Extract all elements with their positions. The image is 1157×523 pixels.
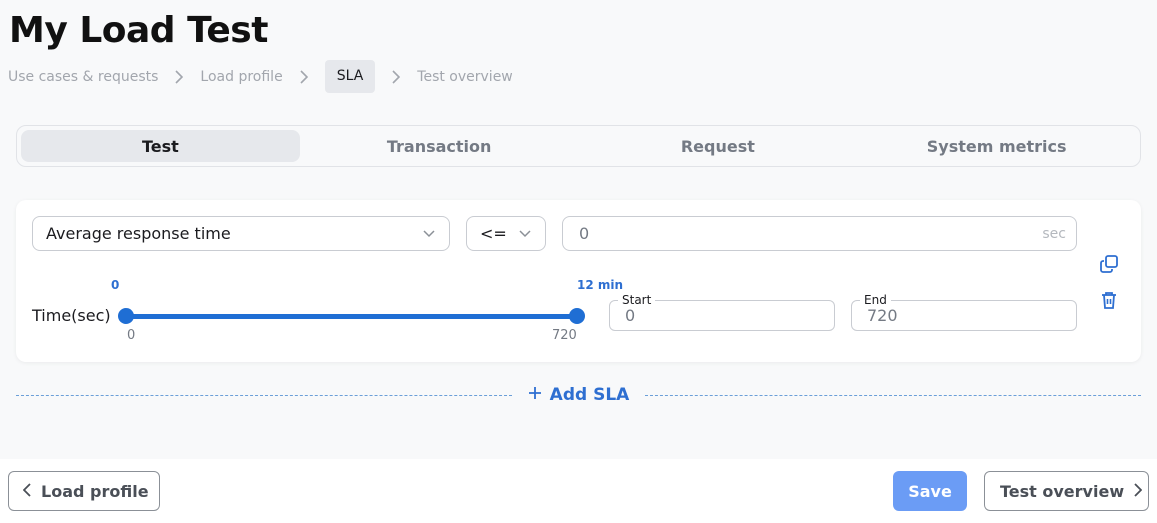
breadcrumb-use-cases[interactable]: Use cases & requests: [8, 69, 158, 85]
divider: [16, 394, 512, 396]
divider: [645, 394, 1141, 396]
footer: Load profile Save Test overview: [0, 459, 1157, 523]
chevron-down-icon: [519, 229, 531, 238]
tab-request[interactable]: Request: [579, 130, 858, 162]
end-field-label: End: [860, 293, 891, 307]
slider-max-label: 720: [552, 328, 577, 343]
tab-test[interactable]: Test: [21, 130, 300, 162]
next-button-label: Test overview: [1000, 481, 1125, 501]
threshold-unit: sec: [1042, 225, 1066, 242]
chevron-left-icon: [22, 482, 31, 501]
slider-start-handle[interactable]: [118, 308, 134, 324]
operator-select-value: <=: [480, 224, 507, 243]
chevron-right-icon: [1134, 482, 1143, 501]
slider-end-caption: 12 min: [577, 278, 624, 292]
sla-tabs: Test Transaction Request System metrics: [16, 125, 1141, 167]
back-load-profile-button[interactable]: Load profile: [8, 471, 160, 511]
threshold-input[interactable]: 0 sec: [562, 216, 1077, 251]
breadcrumb: Use cases & requests Load profile SLA Te…: [8, 60, 513, 93]
back-button-label: Load profile: [41, 481, 149, 501]
metric-select-value: Average response time: [46, 224, 231, 243]
chevron-right-icon: [158, 69, 200, 84]
time-range-slider-track[interactable]: [125, 314, 577, 319]
chevron-right-icon: [375, 69, 417, 84]
page-title: My Load Test: [9, 10, 268, 51]
slider-min-label: 0: [127, 328, 136, 343]
trash-icon[interactable]: [1098, 289, 1120, 311]
operator-select[interactable]: <=: [466, 216, 546, 251]
start-field[interactable]: Start 0: [609, 293, 835, 331]
breadcrumb-load-profile[interactable]: Load profile: [200, 69, 282, 85]
plus-icon: [528, 385, 542, 405]
add-sla-button[interactable]: Add SLA: [512, 385, 646, 405]
metric-select[interactable]: Average response time: [32, 216, 450, 251]
breadcrumb-test-overview[interactable]: Test overview: [417, 69, 512, 85]
start-field-label: Start: [618, 293, 656, 307]
chevron-down-icon: [423, 229, 435, 238]
threshold-value: 0: [579, 224, 590, 243]
tab-system-metrics[interactable]: System metrics: [857, 130, 1136, 162]
next-test-overview-button[interactable]: Test overview: [984, 471, 1149, 511]
sla-card: Average response time <= 0 sec Time(sec)…: [16, 200, 1141, 362]
copy-icon[interactable]: [1098, 253, 1120, 275]
add-sla-row: Add SLA: [16, 384, 1141, 406]
slider-start-caption: 0: [111, 278, 120, 292]
start-field-value: 0: [625, 306, 636, 325]
time-label: Time(sec): [32, 306, 111, 325]
end-field[interactable]: End 720: [851, 293, 1077, 331]
end-field-value: 720: [867, 306, 898, 325]
add-sla-label: Add SLA: [549, 385, 630, 405]
slider-end-handle[interactable]: [569, 308, 585, 324]
tab-transaction[interactable]: Transaction: [300, 130, 579, 162]
breadcrumb-sla[interactable]: SLA: [324, 60, 376, 93]
chevron-right-icon: [283, 69, 325, 84]
save-button[interactable]: Save: [893, 471, 967, 511]
